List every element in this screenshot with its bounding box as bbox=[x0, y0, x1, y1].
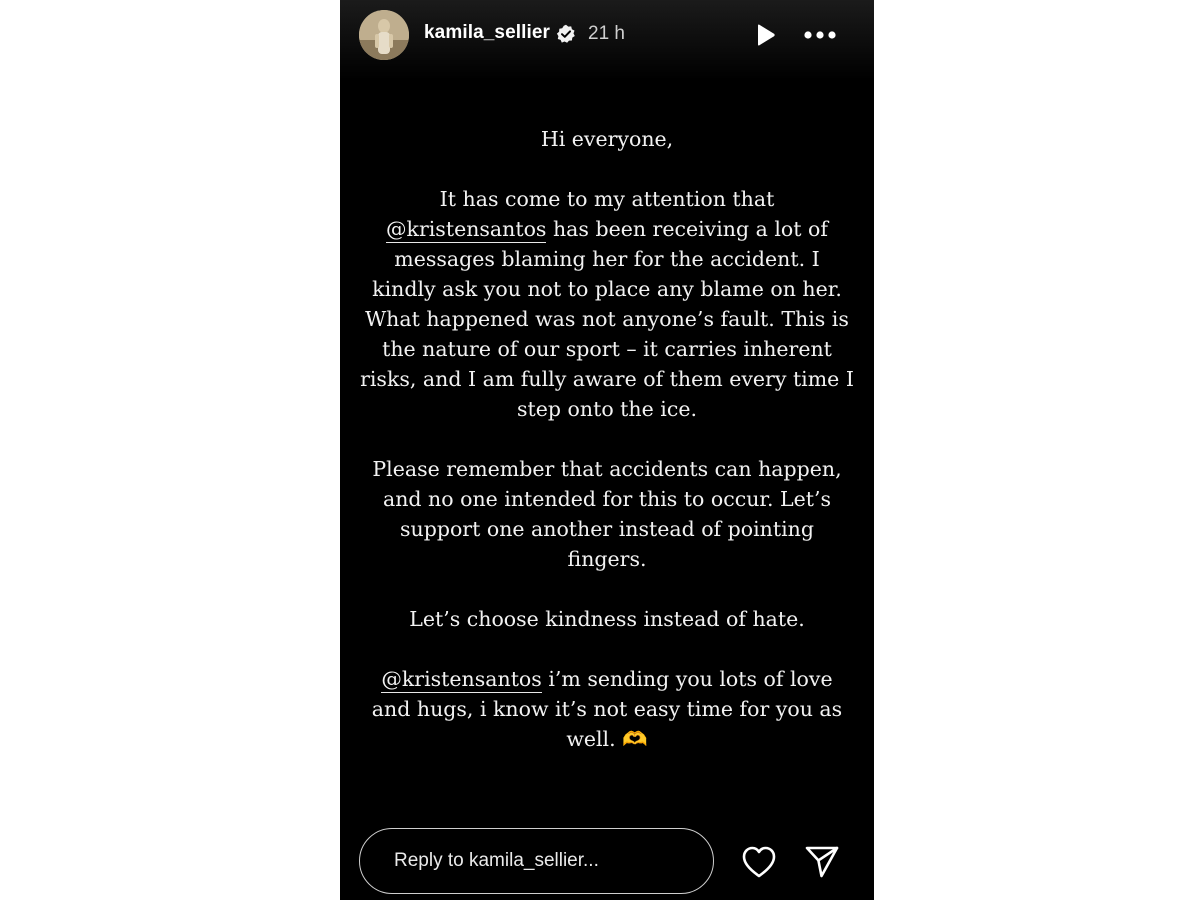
avatar[interactable] bbox=[359, 10, 409, 60]
heart-hands-emoji: 🫶 bbox=[622, 727, 648, 751]
username[interactable]: kamila_sellier bbox=[424, 22, 550, 44]
paragraph-1: It has come to my attention that @kriste… bbox=[360, 184, 854, 424]
paragraph-1-rest: has been receiving a lot of messages bla… bbox=[360, 217, 854, 421]
send-icon[interactable] bbox=[804, 844, 840, 880]
play-icon[interactable] bbox=[752, 22, 778, 48]
reply-box[interactable] bbox=[359, 828, 714, 894]
mention-link[interactable]: @kristensantos bbox=[381, 667, 542, 693]
post-time: 21 h bbox=[588, 23, 625, 44]
verified-badge-icon bbox=[556, 24, 575, 43]
greeting: Hi everyone, bbox=[540, 127, 674, 151]
story-header: kamila_sellier 21 h bbox=[340, 8, 874, 62]
paragraph-4: @kristensantos i’m sending you lots of l… bbox=[360, 664, 854, 754]
paragraph-2: Please remember that accidents can happe… bbox=[372, 457, 842, 571]
paragraph-1-start: It has come to my attention that bbox=[439, 187, 775, 211]
story-viewer: kamila_sellier 21 h Hi everyone, It has … bbox=[340, 0, 874, 900]
story-text: Hi everyone, It has come to my attention… bbox=[360, 124, 854, 784]
reply-input[interactable] bbox=[360, 829, 713, 893]
paragraph-3: Let’s choose kindness instead of hate. bbox=[409, 607, 805, 631]
mention-link[interactable]: @kristensantos bbox=[386, 217, 547, 243]
heart-icon[interactable] bbox=[740, 844, 778, 880]
more-options-icon[interactable] bbox=[802, 22, 838, 48]
